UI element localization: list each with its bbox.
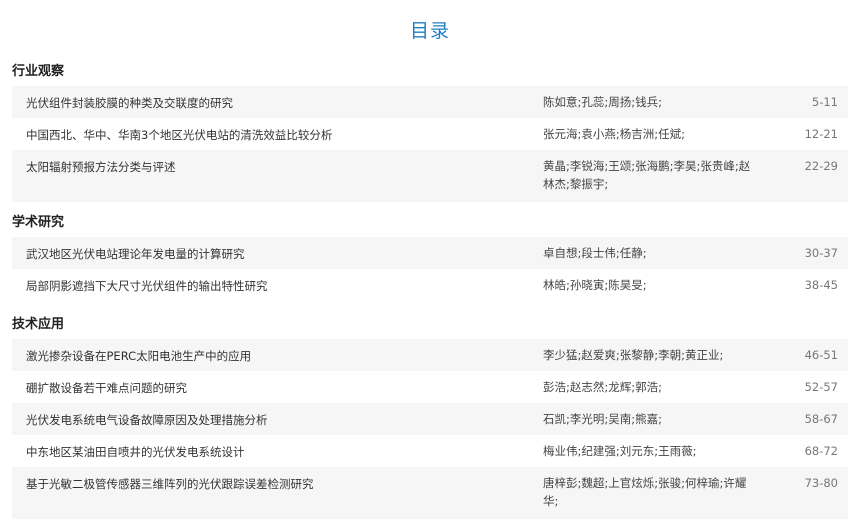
- article-authors: 卓自想;段士伟;任静;: [543, 246, 647, 260]
- article-authors: 李少猛;赵爱爽;张黎静;李朝;黄正业;: [543, 348, 724, 362]
- article-title[interactable]: 武汉地区光伏电站理论年发电量的计算研究: [26, 246, 526, 262]
- article-authors: 林皓;孙晓寅;陈昊旻;: [543, 278, 647, 292]
- article-title[interactable]: 中国西北、华中、华南3个地区光伏电站的清洗效益比较分析: [26, 127, 526, 143]
- article-row[interactable]: 局部阴影遮挡下大尺寸光伏组件的输出特性研究 林皓;孙晓寅;陈昊旻; 38-45: [12, 269, 848, 301]
- article-pages: 22-29: [804, 159, 838, 173]
- article-title[interactable]: 局部阴影遮挡下大尺寸光伏组件的输出特性研究: [26, 278, 526, 294]
- article-authors: 梅业伟;纪建强;刘元东;王雨薇;: [543, 444, 697, 458]
- article-row[interactable]: 中东地区某油田自喷井的光伏发电系统设计 梅业伟;纪建强;刘元东;王雨薇; 68-…: [12, 435, 848, 467]
- article-row[interactable]: 硼扩散设备若干难点问题的研究 彭浩;赵志然;龙辉;郭浩; 52-57: [12, 371, 848, 403]
- article-pages: 58-67: [804, 412, 838, 426]
- article-row[interactable]: 武汉地区光伏电站理论年发电量的计算研究 卓自想;段士伟;任静; 30-37: [12, 237, 848, 269]
- article-authors: 黄晶;李锐海;王颂;张海鹏;李昊;张贵峰;赵林杰;黎振宇;: [543, 159, 751, 191]
- article-row[interactable]: 基于光敏二极管传感器三维阵列的光伏跟踪误差检测研究 唐梓彭;魏超;上官炫烁;张骏…: [12, 467, 848, 519]
- article-title[interactable]: 光伏组件封装胶膜的种类及交联度的研究: [26, 95, 526, 111]
- article-title[interactable]: 光伏发电系统电气设备故障原因及处理措施分析: [26, 412, 526, 428]
- article-title[interactable]: 中东地区某油田自喷井的光伏发电系统设计: [26, 444, 526, 460]
- article-authors: 唐梓彭;魏超;上官炫烁;张骏;何梓瑜;许耀华;: [543, 476, 747, 508]
- article-row[interactable]: 中国西北、华中、华南3个地区光伏电站的清洗效益比较分析 张元海;袁小燕;杨吉洲;…: [12, 118, 848, 150]
- article-authors: 张元海;袁小燕;杨吉洲;任斌;: [543, 127, 685, 141]
- article-pages: 46-51: [804, 348, 838, 362]
- article-title[interactable]: 太阳辐射预报方法分类与评述: [26, 159, 526, 175]
- article-pages: 73-80: [804, 476, 838, 490]
- article-row[interactable]: 激光掺杂设备在PERC太阳电池生产中的应用 李少猛;赵爱爽;张黎静;李朝;黄正业…: [12, 339, 848, 371]
- article-authors: 陈如意;孔蕊;周扬;钱兵;: [543, 95, 662, 109]
- article-title[interactable]: 激光掺杂设备在PERC太阳电池生产中的应用: [26, 348, 526, 364]
- article-pages: 68-72: [804, 444, 838, 458]
- toc-page: 目录 行业观察 光伏组件封装胶膜的种类及交联度的研究 陈如意;孔蕊;周扬;钱兵;…: [0, 0, 860, 525]
- section-title: 技术应用: [12, 317, 65, 332]
- article-row[interactable]: 光伏发电系统电气设备故障原因及处理措施分析 石凯;李光明;吴南;熊嘉; 58-6…: [12, 403, 848, 435]
- article-row[interactable]: 太阳辐射预报方法分类与评述 黄晶;李锐海;王颂;张海鹏;李昊;张贵峰;赵林杰;黎…: [12, 150, 848, 202]
- article-pages: 38-45: [804, 278, 838, 292]
- page-title: 目录: [409, 20, 450, 42]
- article-pages: 30-37: [804, 246, 838, 260]
- section-title: 行业观察: [12, 64, 65, 79]
- section-title: 学术研究: [12, 215, 65, 230]
- article-pages: 52-57: [804, 380, 838, 394]
- article-pages: 12-21: [804, 127, 838, 141]
- article-title[interactable]: 硼扩散设备若干难点问题的研究: [26, 380, 526, 396]
- article-authors: 彭浩;赵志然;龙辉;郭浩;: [543, 380, 662, 394]
- article-authors: 石凯;李光明;吴南;熊嘉;: [543, 412, 662, 426]
- article-title[interactable]: 基于光敏二极管传感器三维阵列的光伏跟踪误差检测研究: [26, 476, 526, 492]
- article-row[interactable]: 光伏组件封装胶膜的种类及交联度的研究 陈如意;孔蕊;周扬;钱兵; 5-11: [12, 86, 848, 118]
- article-pages: 5-11: [811, 95, 838, 109]
